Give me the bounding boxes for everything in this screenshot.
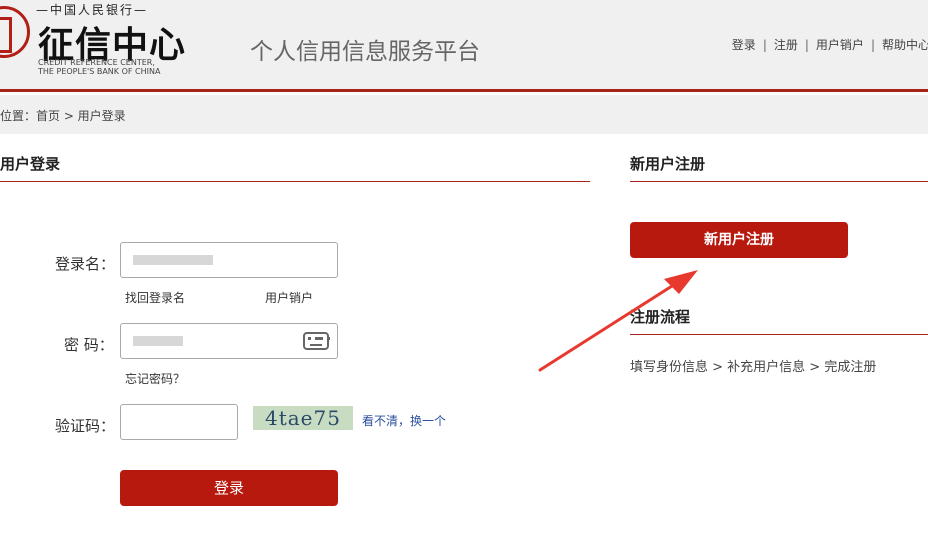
nav-separator: | (804, 38, 809, 52)
site-title: 个人信用信息服务平台 (250, 39, 480, 65)
captcha-input[interactable] (120, 404, 238, 440)
nav-help-link[interactable]: 帮助中心 (882, 36, 928, 53)
register-flow-steps: 填写身份信息 > 补充用户信息 > 完成注册 (630, 360, 877, 375)
register-button[interactable]: 新用户注册 (630, 222, 848, 258)
logo-seal-icon (0, 6, 30, 58)
register-section-divider (630, 181, 928, 182)
password-label: 密 码： (64, 336, 114, 354)
login-button[interactable]: 登录 (120, 470, 338, 506)
register-section-title: 新用户注册 (630, 155, 706, 173)
nav-register-link[interactable]: 注册 (774, 36, 798, 53)
register-flow-divider (630, 334, 928, 335)
keyboard-icon[interactable] (303, 332, 330, 350)
username-input[interactable] (120, 242, 338, 278)
password-value-redacted (133, 335, 183, 346)
nav-cancel-account-link[interactable]: 用户销户 (816, 36, 864, 53)
login-section-divider (0, 181, 590, 182)
login-section-title: 用户登录 (0, 155, 61, 173)
site-header: —中国人民银行— 征信中心 CREDIT REFERENCE CENTER, T… (0, 0, 928, 92)
arrow-annotation-head (664, 270, 698, 294)
cancel-account-link[interactable]: 用户销户 (265, 289, 313, 306)
breadcrumb: 位置：首页 > 用户登录 (0, 109, 126, 123)
logo-english-line2: THE PEOPLE'S BANK OF CHINA (38, 67, 161, 76)
captcha-refresh-link[interactable]: 看不清，换一个 (362, 412, 446, 429)
username-value-redacted (133, 254, 213, 265)
captcha-image[interactable]: 4tae75 (253, 406, 353, 430)
nav-separator: | (870, 38, 875, 52)
retrieve-username-link[interactable]: 找回登录名 (125, 289, 185, 306)
nav-separator: | (762, 38, 767, 52)
top-nav: 登录 | 注册 | 用户销户 | 帮助中心 (732, 36, 928, 53)
captcha-label: 验证码： (55, 417, 116, 435)
breadcrumb-bar: 位置：首页 > 用户登录 (0, 95, 928, 134)
nav-login-link[interactable]: 登录 (732, 36, 756, 53)
logo-english-line1: CREDIT REFERENCE CENTER, (38, 58, 155, 67)
register-flow-title: 注册流程 (630, 308, 691, 326)
username-label: 登录名： (55, 255, 116, 273)
password-input[interactable] (120, 323, 338, 359)
forgot-password-link[interactable]: 忘记密码？ (125, 370, 185, 387)
